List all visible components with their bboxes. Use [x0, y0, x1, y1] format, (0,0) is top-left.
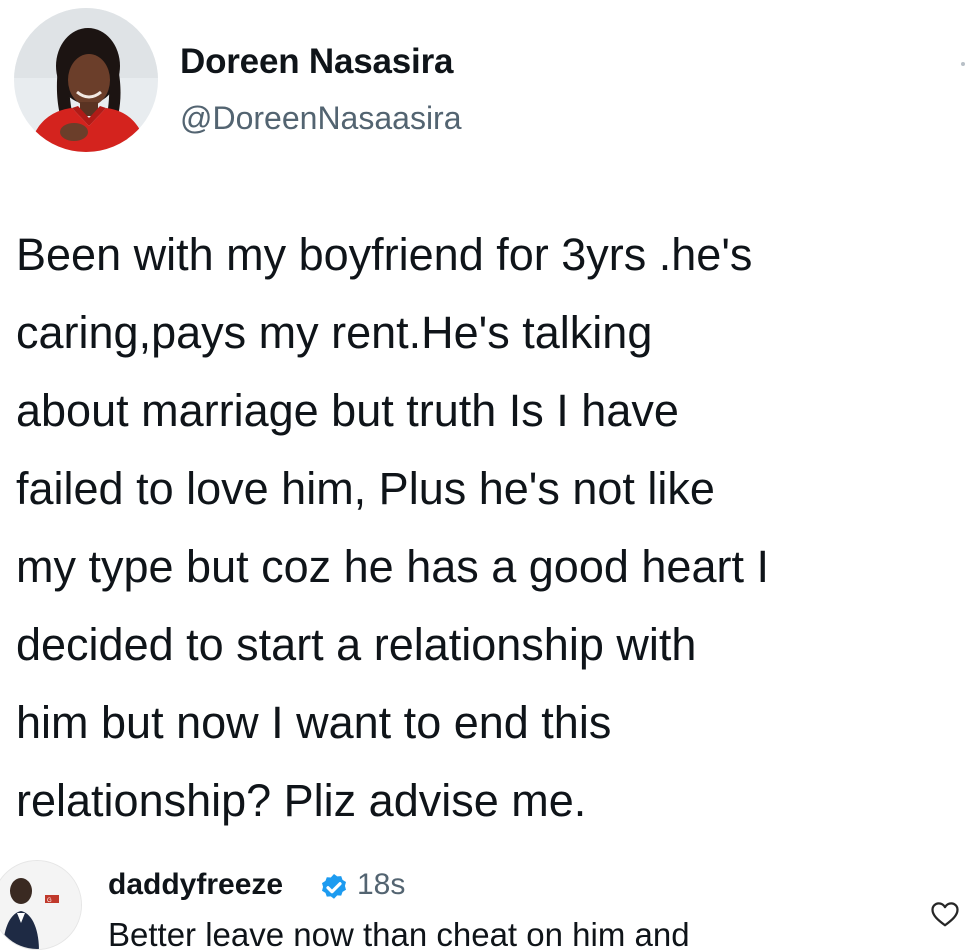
comment-text: Better leave now than cheat on him and: [108, 916, 690, 951]
tweet-text-line: caring,pays my rent.He's talking: [16, 307, 653, 358]
verified-badge-icon: [322, 874, 346, 899]
comment-row: G daddyfreeze 18s Better leave now than …: [0, 852, 970, 951]
avatar-photo: [14, 8, 158, 152]
more-dots-icon[interactable]: [944, 58, 970, 70]
tweet-text-line: relationship? Pliz advise me.: [16, 775, 587, 826]
tweet-text-line: decided to start a relationship with: [16, 619, 697, 670]
commenter-avatar[interactable]: G: [0, 860, 82, 950]
tweet-text-line: failed to love him, Plus he's not like: [16, 463, 715, 514]
tweet-text: Been with my boyfriend for 3yrs .he's ca…: [16, 216, 966, 840]
heart-outline-icon[interactable]: [930, 900, 960, 928]
screenshot-frame: Doreen Nasasira @DoreenNasaasira Been wi…: [0, 0, 970, 951]
tweet-text-line: Been with my boyfriend for 3yrs .he's: [16, 229, 753, 280]
commenter-avatar-photo: G: [0, 861, 81, 949]
author-handle[interactable]: @DoreenNasaasira: [180, 100, 462, 137]
comment-time: 18s: [357, 868, 406, 901]
svg-text:G: G: [47, 898, 52, 904]
author-name[interactable]: Doreen Nasasira: [180, 42, 453, 82]
tweet-text-line: about marriage but truth Is I have: [16, 385, 679, 436]
commenter-username[interactable]: daddyfreeze: [108, 868, 283, 902]
author-avatar[interactable]: [14, 8, 158, 152]
tweet-text-line: my type but coz he has a good heart I: [16, 541, 769, 592]
tweet-header: Doreen Nasasira @DoreenNasaasira: [14, 8, 965, 158]
tweet-text-line: him but now I want to end this: [16, 697, 612, 748]
